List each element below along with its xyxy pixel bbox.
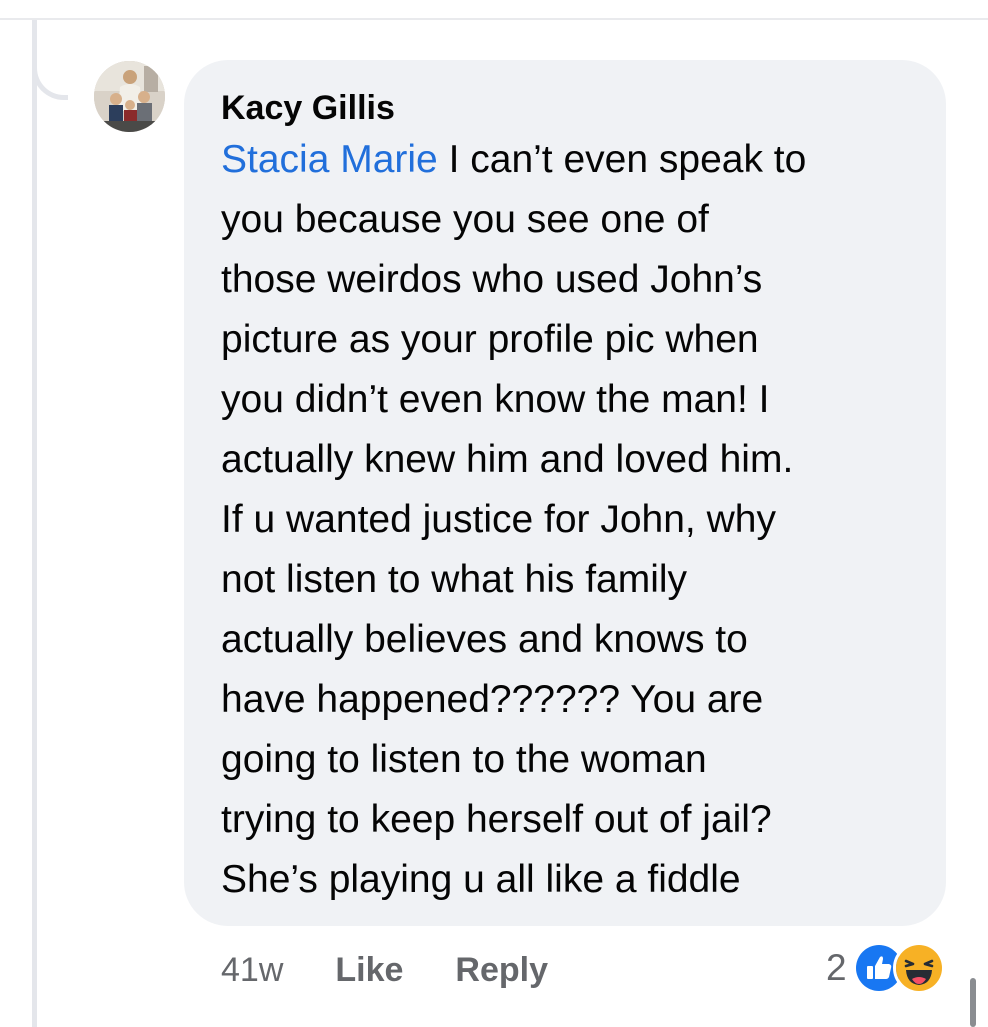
comment-line: not listen to what his family — [221, 558, 688, 601]
comment-bubble: Kacy Gillis Stacia Marie I can’t even sp… — [184, 60, 946, 926]
reaction-count: 2 — [826, 947, 847, 988]
comment-author[interactable]: Kacy Gillis — [221, 86, 926, 130]
comment-line: trying to keep herself out of jail? — [221, 798, 772, 841]
avatar[interactable] — [94, 61, 165, 132]
mention-link[interactable]: Stacia Marie — [221, 138, 438, 181]
comment-line: Stacia Marie I can’t even speak to — [221, 130, 926, 190]
comment-timestamp[interactable]: 41w — [221, 951, 283, 990]
comment-line: actually knew him and loved him. — [221, 438, 794, 481]
comment-actions: 41w Like Reply — [221, 940, 600, 1000]
top-divider — [0, 18, 988, 20]
avatar-photo — [94, 61, 165, 132]
comment-line: you because you see one of — [221, 198, 709, 241]
reply-thread-line — [32, 20, 37, 1027]
haha-reaction-icon — [892, 942, 945, 994]
comment-line: going to listen to the woman — [221, 738, 707, 781]
comment-line: actually believes and knows to — [221, 618, 748, 661]
comment-line: have happened?????? You are — [221, 678, 764, 721]
comment-body: Stacia Marie I can’t even speak to you b… — [221, 130, 926, 910]
comment-line-text: I can’t even speak to — [437, 138, 807, 181]
reply-thread-connector — [32, 20, 68, 100]
reply-button[interactable]: Reply — [455, 951, 548, 990]
comment-line: you didn’t even know the man! I — [221, 378, 770, 421]
comment-line: those weirdos who used John’s — [221, 258, 763, 301]
scrollbar-thumb[interactable] — [970, 978, 976, 1027]
comment-line: If u wanted justice for John, why — [221, 498, 776, 541]
reactions-summary[interactable]: 2 — [826, 938, 945, 998]
comment-line: She’s playing u all like a fiddle — [221, 858, 741, 901]
like-button[interactable]: Like — [335, 951, 403, 990]
comment-line: picture as your profile pic when — [221, 318, 759, 361]
